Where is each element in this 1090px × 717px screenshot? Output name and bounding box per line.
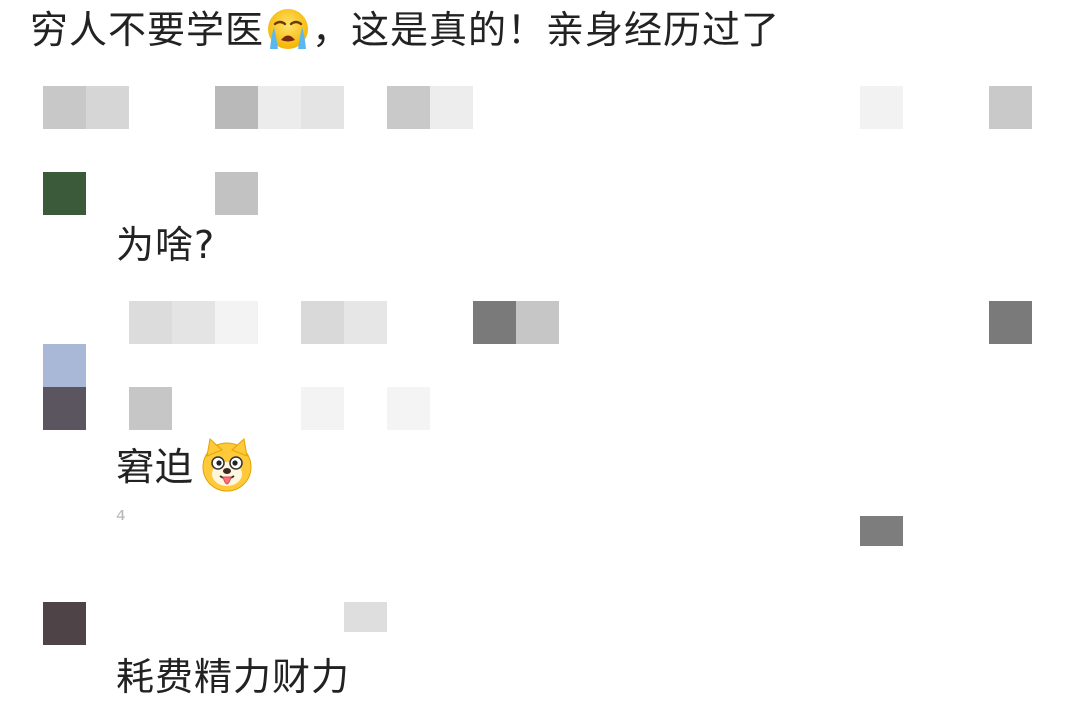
shiba-dog-tongue-icon — [198, 436, 256, 494]
mosaic-username — [215, 172, 258, 215]
mosaic-post-action-2 — [989, 86, 1032, 129]
avatar[interactable] — [43, 602, 86, 645]
mosaic-reply-action — [860, 516, 903, 546]
mosaic-post-meta — [43, 86, 129, 129]
avatar-top[interactable] — [43, 344, 86, 387]
avatar[interactable] — [43, 172, 86, 215]
mosaic-post-meta-3 — [387, 86, 473, 129]
crying-face-icon — [266, 7, 310, 51]
mosaic-reply-meta — [129, 301, 258, 344]
comment-thread-screenshot: 穷人不要学医 ，这是真的！亲身经历过了 为啥? 窘迫 ⁴ 耗费精力财力 — [0, 0, 1090, 717]
faint-mark: ⁴ — [116, 506, 126, 534]
reply-text-2: 窘迫 — [116, 436, 258, 494]
mosaic-reply-meta-2 — [301, 301, 387, 344]
mosaic-reply-action-2 — [989, 301, 1032, 344]
reply-text-3: 耗费精力财力 — [116, 655, 351, 699]
post-text-part-2: ，这是真的！亲身经历过了 — [312, 8, 781, 52]
reply-text-2-content: 窘迫 — [116, 445, 195, 489]
mosaic-post-meta-2 — [215, 86, 344, 129]
mosaic-username — [344, 602, 387, 632]
mosaic-username-2 — [301, 387, 430, 430]
avatar-bottom[interactable] — [43, 387, 86, 430]
mosaic-username — [129, 387, 172, 430]
mosaic-post-action — [860, 86, 903, 129]
mosaic-reply-action — [473, 301, 559, 344]
post-text: 穷人不要学医 ，这是真的！亲身经历过了 — [30, 2, 780, 58]
reply-text-1: 为啥? — [116, 223, 216, 267]
post-text-part-1: 穷人不要学医 — [30, 8, 265, 52]
